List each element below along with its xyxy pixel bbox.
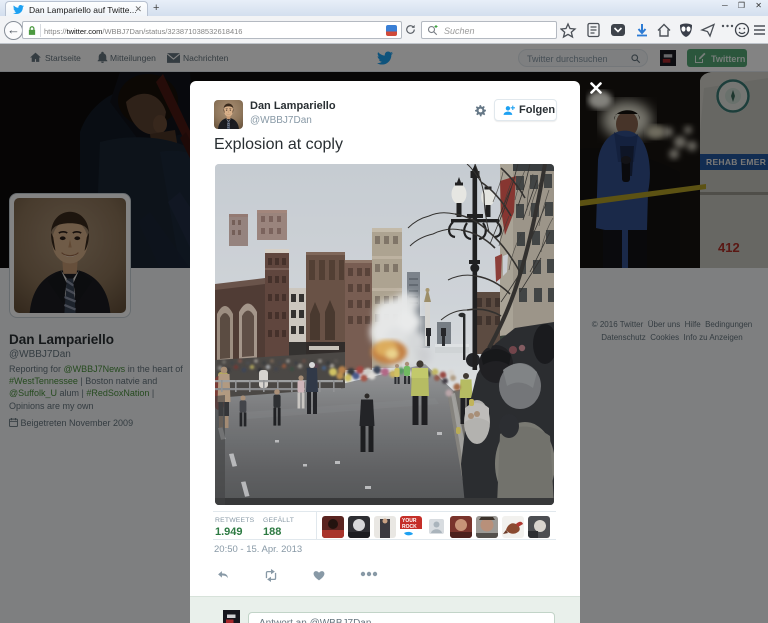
svg-text:ROCK: ROCK [402,524,417,530]
